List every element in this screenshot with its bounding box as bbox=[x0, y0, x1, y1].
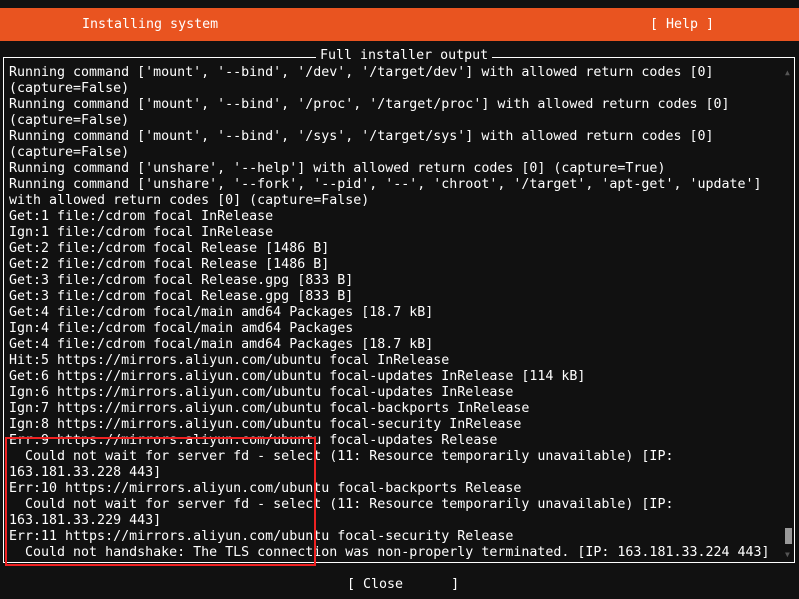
scroll-down-arrow-icon[interactable]: ▼ bbox=[785, 550, 790, 559]
log-line: (capture=False) bbox=[9, 113, 130, 128]
header-bar: Installing system [ Help ] bbox=[0, 8, 799, 41]
log-line: Get:3 file:/cdrom focal Release.gpg [833… bbox=[9, 289, 354, 304]
log-line: Running command ['mount', '--bind', '/sy… bbox=[9, 129, 714, 144]
log-line: Ign:6 https://mirrors.aliyun.com/ubuntu … bbox=[9, 385, 514, 400]
log-line: Running command ['unshare', '--fork', '-… bbox=[9, 177, 762, 192]
log-line: Hit:5 https://mirrors.aliyun.com/ubuntu … bbox=[9, 353, 450, 368]
log-line: Running command ['mount', '--bind', '/de… bbox=[9, 65, 714, 80]
red-annotation-box bbox=[5, 437, 316, 566]
close-button[interactable]: [ Close ] bbox=[347, 577, 459, 593]
log-line: Get:1 file:/cdrom focal InRelease bbox=[9, 209, 274, 224]
log-line: Ign:4 file:/cdrom focal/main amd64 Packa… bbox=[9, 321, 354, 336]
log-line: (capture=False) bbox=[9, 145, 130, 160]
log-line: Get:6 https://mirrors.aliyun.com/ubuntu … bbox=[9, 369, 586, 384]
log-line: with allowed return codes [0] (capture=F… bbox=[9, 193, 370, 208]
scroll-up-arrow-icon[interactable]: ▲ bbox=[785, 68, 790, 77]
log-line: Ign:8 https://mirrors.aliyun.com/ubuntu … bbox=[9, 417, 522, 432]
log-line: Ign:7 https://mirrors.aliyun.com/ubuntu … bbox=[9, 401, 530, 416]
page-title: Installing system bbox=[82, 17, 219, 32]
log-line: Get:4 file:/cdrom focal/main amd64 Packa… bbox=[9, 337, 434, 352]
panel-title: Full installer output bbox=[316, 48, 493, 64]
log-line: Running command ['mount', '--bind', '/pr… bbox=[9, 97, 730, 112]
scrollbar-thumb[interactable] bbox=[785, 528, 792, 544]
log-line: Get:4 file:/cdrom focal/main amd64 Packa… bbox=[9, 305, 434, 320]
log-line: Get:2 file:/cdrom focal Release [1486 B] bbox=[9, 257, 330, 272]
log-line: Get:2 file:/cdrom focal Release [1486 B] bbox=[9, 241, 330, 256]
log-line: Get:3 file:/cdrom focal Release.gpg [833… bbox=[9, 273, 354, 288]
log-line: Ign:1 file:/cdrom focal InRelease bbox=[9, 225, 274, 240]
log-line: (capture=False) bbox=[9, 81, 130, 96]
help-button[interactable]: [ Help ] bbox=[650, 16, 714, 33]
log-line: Running command ['unshare', '--help'] wi… bbox=[9, 161, 666, 176]
